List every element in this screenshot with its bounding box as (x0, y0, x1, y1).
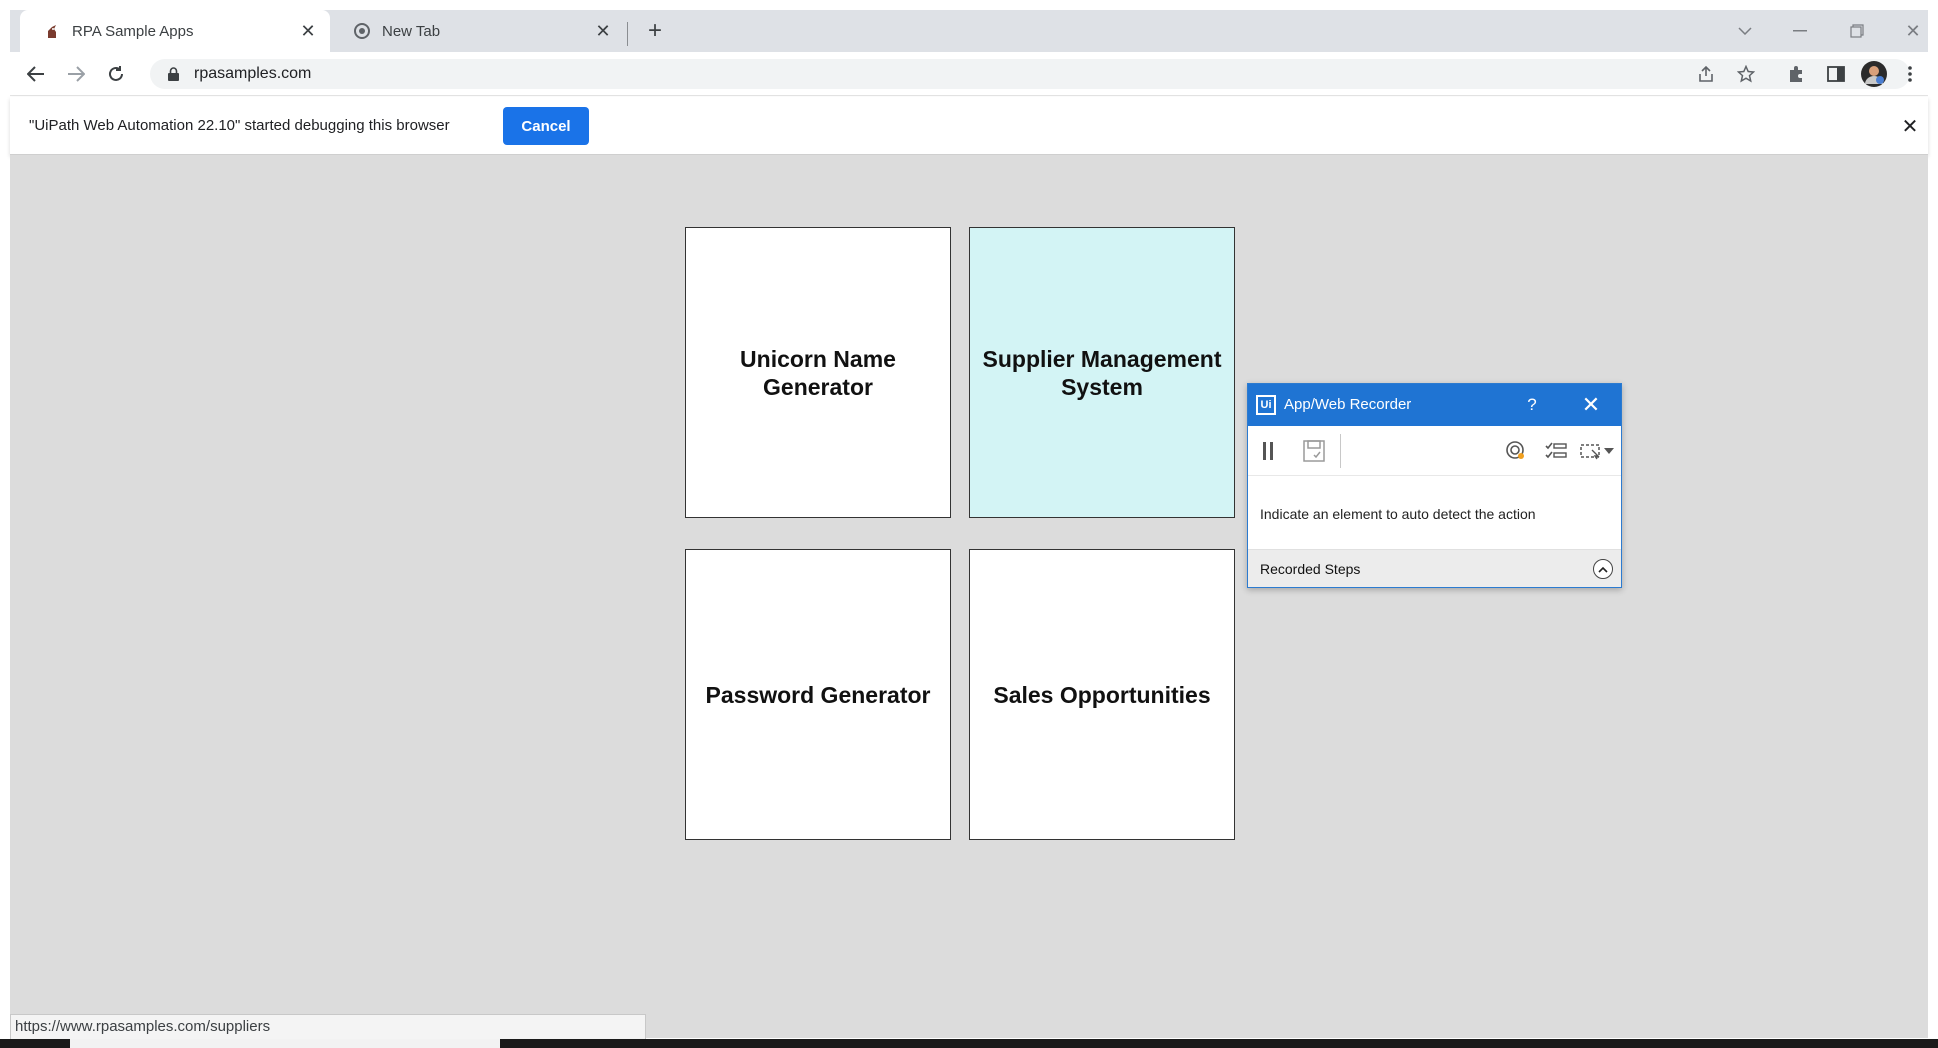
status-bar-url: https://www.rpasamples.com/suppliers (10, 1014, 646, 1039)
recorded-steps-panel[interactable]: Recorded Steps (1248, 549, 1621, 587)
save-icon[interactable] (1300, 438, 1328, 464)
app-web-recorder-window: Ui App/Web Recorder ? ✕ Indicate an elem… (1247, 383, 1622, 588)
new-tab-button[interactable]: + (640, 16, 670, 46)
recorder-title: App/Web Recorder (1284, 396, 1412, 413)
url-text: rpasamples.com (194, 65, 312, 82)
infobar-message: "UiPath Web Automation 22.10" started de… (29, 117, 450, 134)
tab-rpa-sample-apps[interactable]: RPA Sample Apps ✕ (20, 10, 330, 52)
browser-toolbar: rpasamples.com (10, 52, 1928, 96)
unicorn-favicon-icon (44, 23, 60, 39)
card-label: Supplier Management System (982, 345, 1222, 400)
cancel-button[interactable]: Cancel (503, 107, 589, 145)
share-icon[interactable] (1692, 60, 1720, 88)
tab-separator (627, 22, 628, 46)
pause-icon[interactable] (1254, 438, 1282, 464)
tab-close-icon[interactable]: ✕ (593, 21, 613, 41)
infobar-close-icon[interactable]: ✕ (1898, 114, 1922, 138)
card-supplier-management-system[interactable]: Supplier Management System (969, 227, 1235, 518)
card-label: Password Generator (705, 681, 931, 708)
help-button[interactable]: ? (1522, 394, 1542, 416)
chevron-up-icon[interactable] (1593, 559, 1613, 579)
page-content: Unicorn Name Generator Supplier Manageme… (10, 155, 1928, 1038)
chrome-icon (354, 23, 370, 39)
tab-title: RPA Sample Apps (72, 22, 194, 40)
side-panel-icon[interactable] (1822, 60, 1850, 88)
lock-icon[interactable] (168, 67, 182, 81)
card-label: Unicorn Name Generator (740, 345, 896, 400)
forward-arrow-icon[interactable] (62, 60, 90, 88)
card-password-generator[interactable]: Password Generator (685, 549, 951, 840)
card-label: Sales Opportunities (993, 681, 1211, 708)
screen-capture-dropdown-icon[interactable] (1578, 438, 1618, 464)
minimize-icon[interactable] (1785, 18, 1815, 44)
recorded-steps-label: Recorded Steps (1260, 561, 1361, 577)
profile-avatar[interactable] (1860, 60, 1888, 88)
card-sales-opportunities[interactable]: Sales Opportunities (969, 549, 1235, 840)
tab-title: New Tab (382, 22, 441, 40)
recorder-toolbar (1248, 426, 1621, 476)
recorder-title-bar[interactable]: Ui App/Web Recorder ? ✕ (1248, 384, 1621, 426)
tab-close-icon[interactable]: ✕ (298, 21, 318, 41)
kebab-menu-icon[interactable] (1896, 60, 1924, 88)
tab-search-icon[interactable] (1730, 18, 1760, 44)
taskbar-search-area[interactable] (70, 1039, 500, 1048)
restore-icon[interactable] (1842, 18, 1872, 44)
target-detect-icon[interactable] (1502, 438, 1530, 464)
checklist-icon[interactable] (1542, 438, 1570, 464)
address-bar[interactable]: rpasamples.com (150, 59, 1910, 89)
recorder-hint-text: Indicate an element to auto detect the a… (1260, 506, 1536, 522)
back-arrow-icon[interactable] (22, 60, 50, 88)
reload-icon[interactable] (102, 60, 130, 88)
browser-window: RPA Sample Apps ✕ New Tab ✕ + ✕ rpasampl… (0, 0, 1938, 1048)
extensions-puzzle-icon[interactable] (1782, 60, 1810, 88)
tab-strip: RPA Sample Apps ✕ New Tab ✕ + ✕ (10, 10, 1928, 52)
uipath-logo-icon: Ui (1256, 395, 1276, 415)
tab-new-tab[interactable]: New Tab ✕ (330, 10, 625, 52)
bookmark-star-icon[interactable] (1732, 60, 1760, 88)
card-unicorn-name-generator[interactable]: Unicorn Name Generator (685, 227, 951, 518)
recorder-close-icon[interactable]: ✕ (1578, 392, 1604, 418)
close-window-icon[interactable]: ✕ (1898, 18, 1928, 44)
taskbar (0, 1039, 1938, 1048)
toolbar-divider (1340, 434, 1341, 468)
debugging-infobar: "UiPath Web Automation 22.10" started de… (10, 97, 1928, 155)
